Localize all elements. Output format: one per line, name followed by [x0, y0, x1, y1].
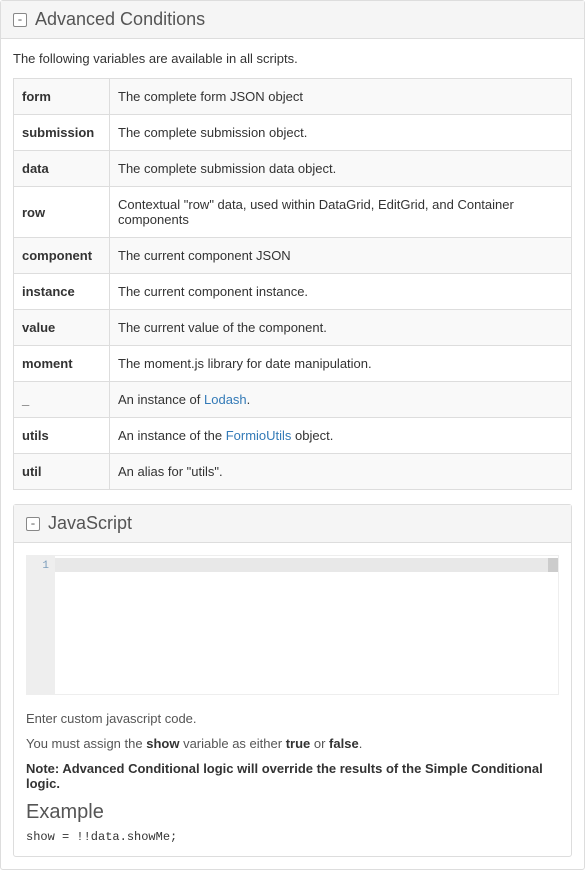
note-text: Note: Advanced Conditional logic will ov… — [26, 761, 559, 791]
table-row: utilAn alias for "utils". — [14, 454, 572, 490]
active-line-highlight — [55, 558, 558, 572]
help2-or: or — [310, 736, 329, 751]
table-row: submissionThe complete submission object… — [14, 115, 572, 151]
table-row: _An instance of Lodash. — [14, 382, 572, 418]
variable-description: The current value of the component. — [110, 310, 572, 346]
help2-mid: variable as either — [179, 736, 285, 751]
variable-name: value — [14, 310, 110, 346]
variable-description: An alias for "utils". — [110, 454, 572, 490]
javascript-panel: - JavaScript 1 Enter custom javascript c… — [13, 504, 572, 857]
variable-description: The current component JSON — [110, 238, 572, 274]
help2-true: true — [286, 736, 311, 751]
collapse-icon[interactable]: - — [26, 517, 40, 531]
help2-suffix: . — [359, 736, 363, 751]
table-row: utilsAn instance of the FormioUtils obje… — [14, 418, 572, 454]
help2-var: show — [146, 736, 179, 751]
table-row: instanceThe current component instance. — [14, 274, 572, 310]
variable-name: instance — [14, 274, 110, 310]
code-area[interactable] — [55, 556, 558, 694]
variable-description: The moment.js library for date manipulat… — [110, 346, 572, 382]
variable-name: component — [14, 238, 110, 274]
doc-link[interactable]: FormioUtils — [226, 428, 292, 443]
code-gutter: 1 — [27, 556, 55, 694]
variable-description: An instance of Lodash. — [110, 382, 572, 418]
variable-description: Contextual "row" data, used within DataG… — [110, 187, 572, 238]
intro-text: The following variables are available in… — [13, 51, 572, 66]
help-text-1: Enter custom javascript code. — [26, 711, 559, 726]
table-row: dataThe complete submission data object. — [14, 151, 572, 187]
table-row: momentThe moment.js library for date man… — [14, 346, 572, 382]
table-row: valueThe current value of the component. — [14, 310, 572, 346]
variable-name: utils — [14, 418, 110, 454]
panel-title: Advanced Conditions — [35, 9, 205, 30]
variable-name: submission — [14, 115, 110, 151]
javascript-title: JavaScript — [48, 513, 132, 534]
variable-description: The current component instance. — [110, 274, 572, 310]
advanced-conditions-body: The following variables are available in… — [1, 39, 584, 869]
variable-name: form — [14, 79, 110, 115]
table-row: componentThe current component JSON — [14, 238, 572, 274]
variables-table: formThe complete form JSON objectsubmiss… — [13, 78, 572, 490]
example-heading: Example — [26, 801, 559, 824]
advanced-conditions-panel: - Advanced Conditions The following vari… — [0, 0, 585, 870]
note-strong: Note: Advanced Conditional logic will ov… — [26, 761, 543, 791]
variable-name: row — [14, 187, 110, 238]
collapse-icon[interactable]: - — [13, 13, 27, 27]
table-row: rowContextual "row" data, used within Da… — [14, 187, 572, 238]
javascript-header[interactable]: - JavaScript — [14, 505, 571, 543]
javascript-body: 1 Enter custom javascript code. You must… — [14, 543, 571, 856]
code-editor[interactable]: 1 — [26, 555, 559, 695]
variable-description: The complete submission object. — [110, 115, 572, 151]
doc-link[interactable]: Lodash — [204, 392, 247, 407]
help2-false: false — [329, 736, 359, 751]
variable-name: util — [14, 454, 110, 490]
example-code: show = !!data.showMe; — [26, 830, 559, 844]
variable-description: An instance of the FormioUtils object. — [110, 418, 572, 454]
variable-description: The complete form JSON object — [110, 79, 572, 115]
table-row: formThe complete form JSON object — [14, 79, 572, 115]
variable-name: data — [14, 151, 110, 187]
advanced-conditions-header[interactable]: - Advanced Conditions — [1, 1, 584, 39]
help2-pre: You must assign the — [26, 736, 146, 751]
variable-description: The complete submission data object. — [110, 151, 572, 187]
variable-name: _ — [14, 382, 110, 418]
variable-name: moment — [14, 346, 110, 382]
scrollbar-thumb[interactable] — [548, 558, 558, 572]
help-text-2: You must assign the show variable as eit… — [26, 736, 559, 751]
